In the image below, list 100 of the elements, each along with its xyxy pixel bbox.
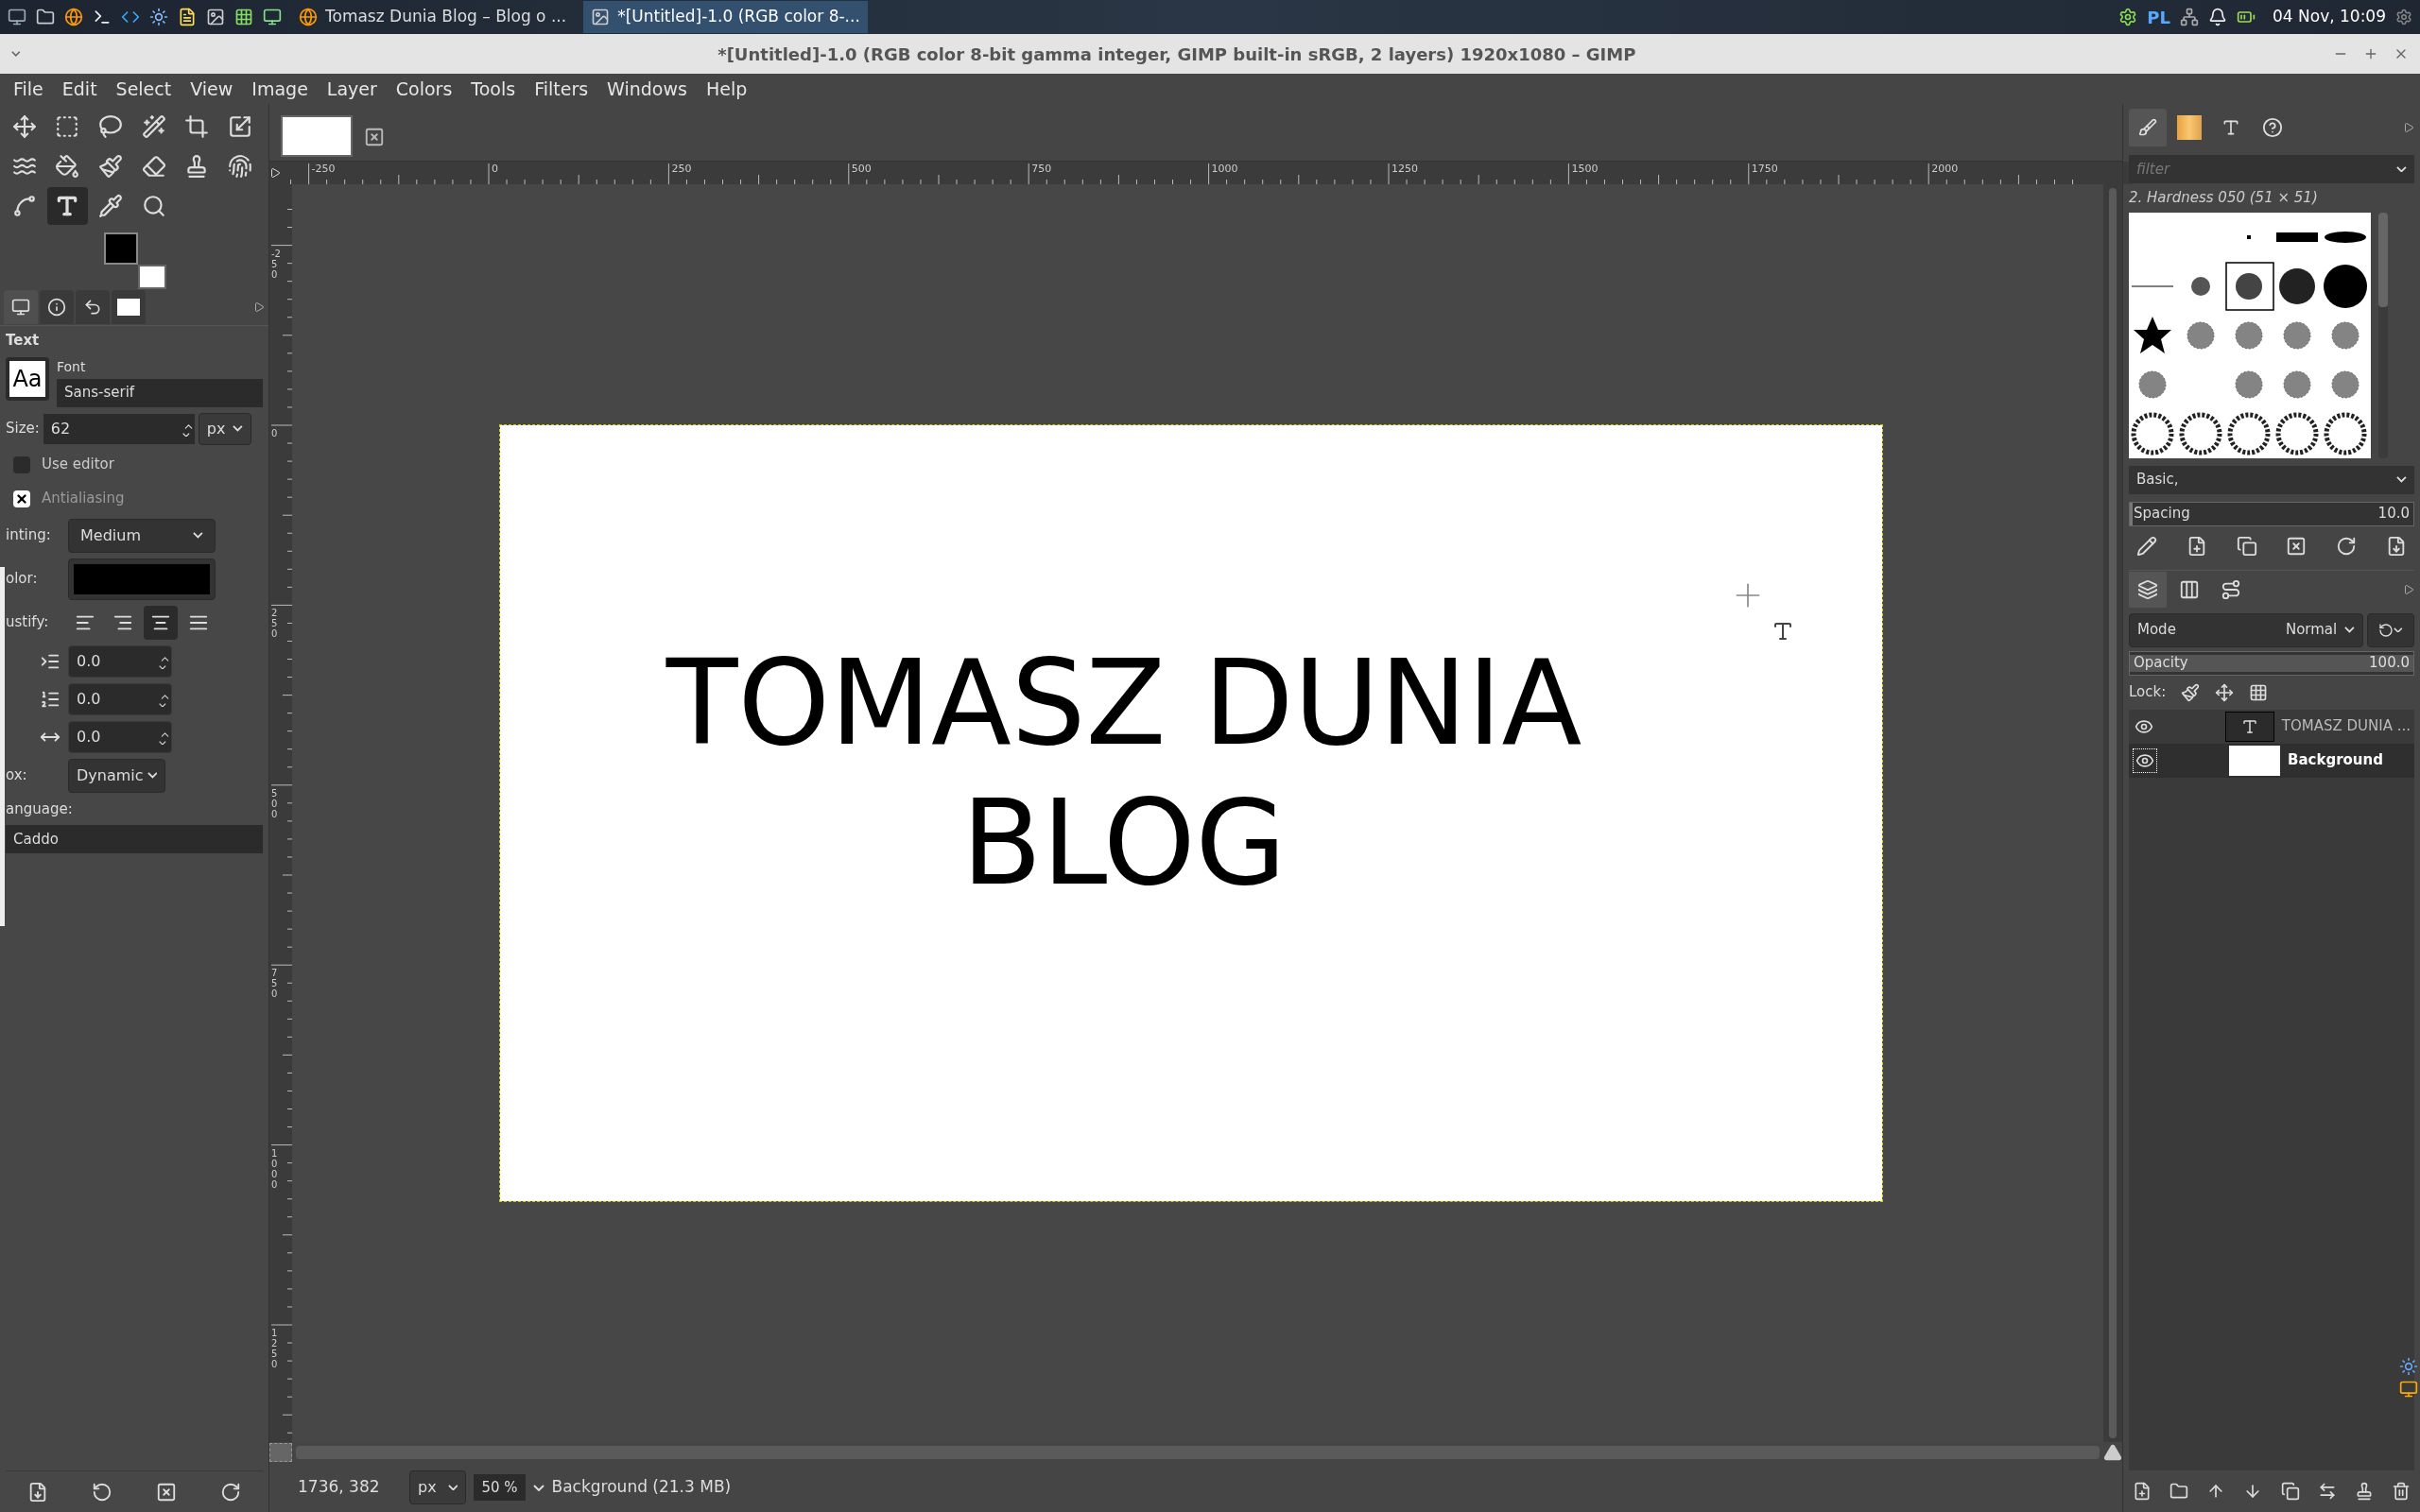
text-editor-icon[interactable] [178, 8, 197, 26]
keyboard-layout[interactable]: PL [2147, 4, 2170, 30]
monitor-icon[interactable] [263, 8, 282, 26]
unit-dropdown[interactable]: px [198, 412, 252, 445]
save-icon[interactable] [27, 1481, 48, 1503]
network-icon[interactable] [2180, 8, 2199, 26]
tag-dropdown[interactable]: Basic, [2129, 465, 2414, 494]
decrement-icon[interactable] [159, 740, 166, 746]
terminal-icon[interactable] [93, 8, 112, 26]
tool-options-tab[interactable] [4, 290, 38, 324]
restore-icon[interactable] [92, 1481, 112, 1503]
menu-item[interactable]: Select [106, 75, 182, 103]
decrement-icon[interactable] [159, 664, 166, 670]
box-dropdown[interactable]: Dynamic [68, 758, 166, 793]
menu-item[interactable]: Tools [461, 75, 526, 103]
decrement-icon[interactable] [182, 432, 190, 438]
image-editor-icon[interactable] [206, 8, 225, 26]
lock-alpha-icon[interactable] [2249, 682, 2269, 702]
images-tab[interactable] [112, 290, 146, 324]
brush-previews-drawing[interactable] [2129, 212, 2371, 458]
window-menu-icon[interactable] [11, 51, 21, 57]
unit-dropdown[interactable]: px [409, 1470, 467, 1504]
smudge-tool-icon [228, 154, 253, 179]
zoom-field[interactable]: 50 % [474, 1474, 526, 1501]
reset-icon[interactable] [220, 1481, 241, 1503]
menu-item[interactable]: File [4, 75, 53, 103]
new-layer-icon[interactable] [2133, 1482, 2152, 1501]
refresh-icon[interactable] [2336, 535, 2358, 557]
size-field[interactable]: 62 [43, 413, 195, 444]
sun-icon[interactable] [2399, 1357, 2418, 1376]
hinting-dropdown[interactable]: Medium [68, 518, 216, 553]
menu-item[interactable]: View [181, 75, 243, 103]
device-status-tab[interactable] [40, 290, 74, 324]
taskbar-app-button[interactable]: Tomasz Dunia Blog – Blog o ... [291, 1, 575, 33]
opacity-slider[interactable]: Opacity 100.0 [2129, 650, 2414, 676]
menu-item[interactable]: Image [242, 75, 318, 103]
number-field[interactable]: 0.0 [68, 682, 172, 715]
lock-pixels-icon[interactable] [2181, 682, 2201, 702]
undo-history-tab[interactable] [76, 290, 110, 324]
mode-dropdown[interactable]: Mode Normal [2129, 612, 2363, 647]
image-canvas[interactable]: TOMASZ DUNIA BLOG [500, 425, 1882, 1201]
checkbox[interactable] [13, 490, 30, 507]
decrement-icon[interactable] [159, 702, 166, 708]
browser-icon[interactable] [64, 8, 83, 26]
duplicate-icon[interactable] [2236, 535, 2257, 557]
brushes-tab[interactable] [2129, 109, 2167, 146]
panel-menu-icon[interactable] [253, 301, 265, 313]
clock[interactable]: 04 Nov, 10:09 [2273, 5, 2386, 29]
taskbar-app-button[interactable]: *[Untitled]-1.0 (RGB color 8-... [583, 1, 868, 33]
folder-icon[interactable] [36, 8, 55, 26]
close-tab-icon[interactable] [364, 127, 385, 147]
delete-icon[interactable] [2286, 535, 2308, 557]
pointer-coordinates: 1736, 382 [298, 1476, 381, 1499]
number-field[interactable]: 0.0 [68, 720, 172, 753]
language-field[interactable]: Caddo [6, 825, 263, 853]
spacing-slider[interactable]: Spacing 10.0 [2129, 501, 2414, 526]
panel-menu-icon[interactable] [2403, 122, 2414, 133]
brush-name: 2. Hardness 050 (51 × 51) [2129, 188, 2319, 208]
layer-row[interactable]: TOMASZ DUNIA ... [2129, 709, 2414, 744]
maximize-icon[interactable] [2363, 46, 2378, 61]
foreground-color-swatch[interactable] [104, 232, 138, 265]
zoom-navigator-icon[interactable] [2103, 1443, 2122, 1462]
brushes-scrollbar[interactable] [2378, 212, 2388, 458]
menu-item[interactable]: Edit [52, 75, 107, 103]
lock-position-icon[interactable] [2215, 682, 2235, 702]
vertical-scrollbar[interactable] [2103, 184, 2122, 1442]
composite-mode-button[interactable] [2367, 612, 2414, 647]
gear-icon[interactable] [2118, 8, 2138, 26]
panel-menu-icon[interactable] [2403, 584, 2414, 595]
duplicate-icon[interactable] [2280, 1482, 2300, 1501]
new-group-icon[interactable] [2169, 1482, 2189, 1501]
font-field[interactable]: Sans-serif [57, 378, 263, 407]
settings-icon[interactable] [2395, 9, 2412, 26]
justify-button[interactable] [144, 605, 178, 640]
app-grid-icon[interactable] [234, 8, 253, 26]
text-color-button[interactable] [68, 558, 216, 600]
layers-tab[interactable] [2129, 572, 2167, 608]
help-icon [2262, 117, 2283, 138]
zoom-dropdown-icon[interactable] [532, 1484, 544, 1491]
menu-item[interactable]: Colors [386, 75, 462, 103]
layer-row[interactable]: Background [2129, 743, 2414, 778]
image-tab[interactable] [281, 115, 353, 157]
sun-icon[interactable] [149, 8, 168, 26]
menu-item[interactable]: Help [696, 75, 757, 103]
menu-item[interactable]: Windows [597, 75, 697, 103]
monitor-icon[interactable] [2399, 1380, 2418, 1399]
background-color-swatch[interactable] [138, 265, 166, 289]
menu-item[interactable]: Layer [317, 75, 387, 103]
delete-icon[interactable] [156, 1481, 177, 1503]
edit-icon[interactable] [2136, 535, 2157, 557]
tool-button[interactable] [46, 187, 89, 225]
notification-icon[interactable] [2208, 8, 2227, 26]
delete-icon[interactable] [2392, 1482, 2411, 1501]
ruler-label: 1250 [271, 1328, 279, 1369]
number-field[interactable]: 0.0 [68, 644, 172, 678]
font-preview[interactable]: Aa [6, 356, 49, 401]
menu-item[interactable]: Filters [525, 75, 598, 103]
lock-label: Lock: [2129, 682, 2167, 703]
start-menu-icon[interactable] [8, 8, 26, 26]
checkbox[interactable] [13, 455, 30, 473]
